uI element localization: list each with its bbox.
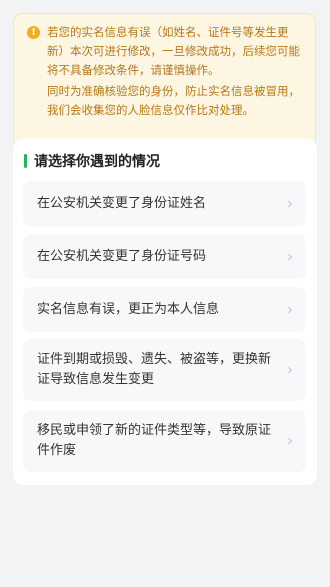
accent-bar — [24, 154, 27, 168]
option-label: 证件到期或损毁、遗失、被盗等，更换新证导致信息发生变更 — [37, 352, 272, 387]
option-immigration[interactable]: 移民或申领了新的证件类型等，导致原证件作废 › — [23, 410, 306, 472]
option-label: 在公安机关变更了身份证姓名 — [37, 195, 207, 211]
chevron-right-icon: › — [287, 360, 293, 379]
chevron-right-icon: › — [287, 431, 293, 450]
section-title: 请选择你遇到的情况 — [34, 154, 160, 170]
option-change-name[interactable]: 在公安机关变更了身份证姓名 › — [23, 181, 306, 226]
chevron-right-icon: › — [287, 300, 293, 318]
option-correct-info[interactable]: 实名信息有误，更正为本人信息 › — [23, 287, 306, 332]
option-replace-certificate[interactable]: 证件到期或损毁、遗失、被盗等，更换新证导致信息发生变更 › — [23, 339, 306, 401]
section-header: 请选择你遇到的情况 — [24, 151, 160, 171]
warning-notice: ! 若您的实名信息有误（如姓名、证件号等发生更新）本次可进行修改，一旦修改成功，… — [13, 13, 316, 151]
chevron-right-icon: › — [287, 194, 293, 212]
option-change-id-number[interactable]: 在公安机关变更了身份证号码 › — [23, 234, 306, 279]
exclamation-circle-icon: ! — [27, 26, 40, 39]
option-label: 移民或申领了新的证件类型等，导致原证件作废 — [37, 423, 272, 458]
notice-text-1: 若您的实名信息有误（如姓名、证件号等发生更新）本次可进行修改，一旦修改成功，后续… — [47, 25, 300, 77]
situation-card: 请选择你遇到的情况 在公安机关变更了身份证姓名 › 在公安机关变更了身份证号码 … — [13, 139, 317, 485]
notice-text-2: 同时为准确核验您的身份，防止实名信息被冒用，我们会收集您的人脸信息仅作比对处理。 — [47, 84, 300, 117]
option-label: 在公安机关变更了身份证号码 — [37, 248, 207, 264]
option-label: 实名信息有误，更正为本人信息 — [37, 301, 220, 317]
chevron-right-icon: › — [287, 247, 293, 265]
